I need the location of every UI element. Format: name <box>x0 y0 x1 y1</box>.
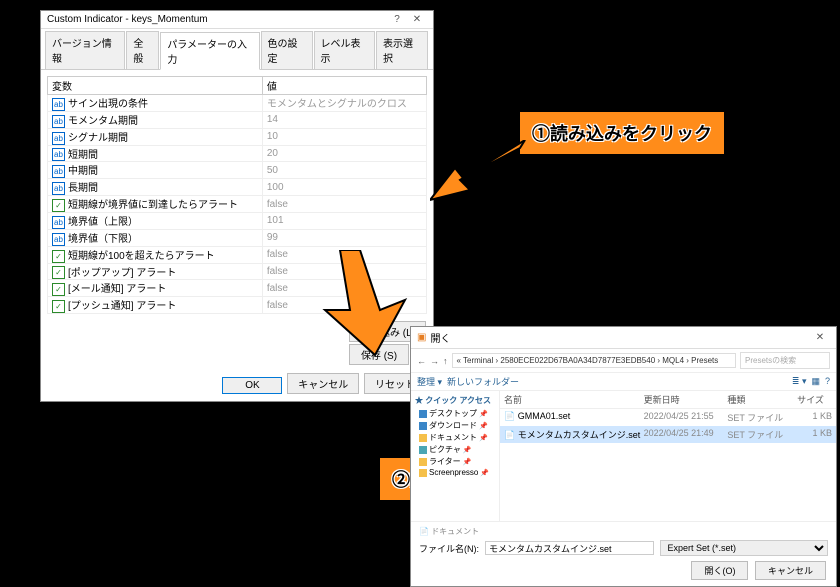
table-row[interactable]: abモメンタム期間14 <box>48 111 427 128</box>
folder-icon <box>419 469 427 477</box>
titlebar: ▣ 開く ✕ <box>411 327 836 349</box>
cancel-button[interactable]: キャンセル <box>755 561 826 580</box>
tab-general[interactable]: 全般 <box>126 31 159 69</box>
view-options-icon[interactable]: ≣ ▾ ▦ ? <box>792 376 830 387</box>
organize-menu[interactable]: 整理 ▾ <box>417 375 442 388</box>
type-icon: ab <box>52 233 65 246</box>
window-title: 開く <box>430 330 810 345</box>
sidebar-item[interactable]: Screenpresso 📌 <box>419 468 495 477</box>
table-row[interactable]: ab境界値（下限）99 <box>48 229 427 246</box>
file-row[interactable]: 📄 GMMA01.set2022/04/25 21:55SET ファイル1 KB <box>500 409 836 426</box>
type-icon: ✓ <box>52 266 65 279</box>
folder-icon <box>419 422 427 430</box>
tab-version[interactable]: バージョン情報 <box>45 31 125 69</box>
filter-select[interactable]: Expert Set (*.set) <box>660 540 829 556</box>
breadcrumb[interactable]: « Terminal › 2580ECE022D67BA0A34D7877E3E… <box>452 353 737 368</box>
folder-icon <box>419 434 427 442</box>
type-icon: ✓ <box>52 199 65 212</box>
nav-up-icon[interactable]: ↑ <box>443 356 448 366</box>
type-icon: ab <box>52 182 65 195</box>
table-row[interactable]: ab境界値（上限）101 <box>48 213 427 230</box>
filename-label: ファイル名(N): <box>419 542 479 555</box>
new-folder-button[interactable]: 新しいフォルダー <box>447 375 519 388</box>
col-variable: 変数 <box>48 77 263 95</box>
folder-icon <box>419 446 427 454</box>
titlebar: Custom Indicator - keys_Momentum ? ✕ <box>41 11 433 29</box>
type-icon: ab <box>52 148 65 161</box>
tab-bar: バージョン情報 全般 パラメーターの入力 色の設定 レベル表示 表示選択 <box>41 29 433 70</box>
folder-icon: ▣ <box>417 332 426 343</box>
col-value: 値 <box>262 77 426 95</box>
table-row[interactable]: abシグナル期間10 <box>48 128 427 145</box>
sidebar-item[interactable]: ライター 📌 <box>419 456 495 467</box>
type-icon: ab <box>52 132 65 145</box>
file-list: 名前更新日時種類サイズ 📄 GMMA01.set2022/04/25 21:55… <box>500 391 836 521</box>
tab-parameters[interactable]: パラメーターの入力 <box>160 32 259 70</box>
type-icon: ✓ <box>52 283 65 296</box>
tab-levels[interactable]: レベル表示 <box>314 31 376 69</box>
search-input[interactable]: Presetsの検索 <box>740 352 830 369</box>
type-icon: ✓ <box>52 250 65 263</box>
sidebar-item[interactable]: デスクトップ 📌 <box>419 408 495 419</box>
sidebar: ★ クイック アクセス デスクトップ 📌ダウンロード 📌ドキュメント 📌ピクチャ… <box>411 391 500 521</box>
folder-icon <box>419 410 427 418</box>
close-button[interactable]: ✕ <box>810 332 830 343</box>
close-button[interactable]: ✕ <box>407 14 427 25</box>
type-icon: ab <box>52 98 65 111</box>
file-list-header: 名前更新日時種類サイズ <box>500 391 836 409</box>
table-row[interactable]: ab長期間100 <box>48 179 427 196</box>
file-row[interactable]: 📄 モメンタムカスタムインジ.set2022/04/25 21:49SET ファ… <box>500 426 836 443</box>
tab-display[interactable]: 表示選択 <box>376 31 428 69</box>
help-button[interactable]: ? <box>387 14 407 25</box>
type-icon: ab <box>52 165 65 178</box>
callout-1: ①読み込みをクリック <box>520 112 724 154</box>
folder-label: ドキュメント <box>431 527 479 536</box>
sidebar-item[interactable]: ドキュメント 📌 <box>419 432 495 443</box>
file-open-dialog: ▣ 開く ✕ ← → ↑ « Terminal › 2580ECE022D67B… <box>410 326 837 587</box>
quick-access-header: ★ クイック アクセス <box>415 395 495 406</box>
table-row[interactable]: ✓短期線が境界値に到達したらアラートfalse <box>48 196 427 213</box>
sidebar-item[interactable]: ダウンロード 📌 <box>419 420 495 431</box>
tab-colors[interactable]: 色の設定 <box>261 31 313 69</box>
filename-input[interactable] <box>485 541 654 555</box>
nav-back-icon[interactable]: ← <box>417 356 426 366</box>
table-row[interactable]: abサイン出現の条件モメンタムとシグナルのクロス <box>48 95 427 112</box>
folder-icon <box>419 458 427 466</box>
open-button[interactable]: 開く(O) <box>691 561 748 580</box>
table-row[interactable]: ab中期間50 <box>48 162 427 179</box>
nav-fwd-icon[interactable]: → <box>430 356 439 366</box>
arrow-down-icon <box>310 250 410 360</box>
cancel-button[interactable]: キャンセル <box>287 373 359 394</box>
type-icon: ab <box>52 115 65 128</box>
sidebar-item[interactable]: ピクチャ 📌 <box>419 444 495 455</box>
type-icon: ab <box>52 216 65 229</box>
table-row[interactable]: ab短期間20 <box>48 145 427 162</box>
type-icon: ✓ <box>52 300 65 313</box>
arrow-icon <box>430 140 530 210</box>
window-title: Custom Indicator - keys_Momentum <box>47 14 387 25</box>
ok-button[interactable]: OK <box>222 377 282 394</box>
